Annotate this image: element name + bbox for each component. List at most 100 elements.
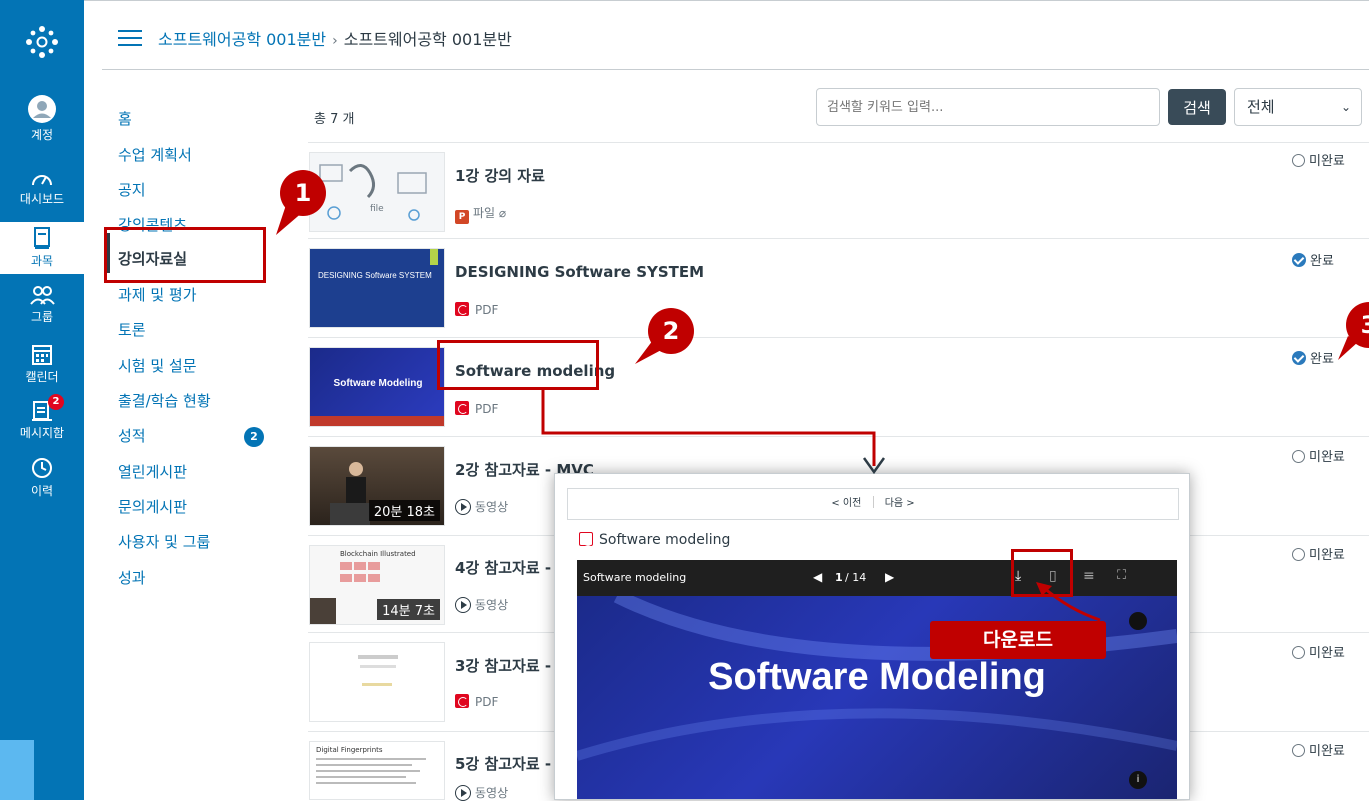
viewer-doc-title: Software modeling: [583, 571, 687, 584]
page-total: / 14: [845, 571, 867, 584]
inbox-badge: 2: [48, 394, 64, 410]
nav-account[interactable]: 계정: [0, 94, 84, 143]
search-input[interactable]: [816, 88, 1160, 126]
next-link[interactable]: 다음 >: [885, 498, 915, 509]
row-title-link[interactable]: DESIGNING Software SYSTEM: [455, 263, 704, 281]
row-type: 파일: [473, 206, 496, 220]
filter-value: 전체: [1247, 98, 1275, 116]
paperclip-icon: ⌀: [498, 206, 507, 220]
filter-select[interactable]: 전체 ⌄: [1234, 88, 1362, 126]
row-type: 동영상: [475, 786, 509, 800]
row-divider: [308, 337, 1369, 338]
thumb-caption: Software Modeling: [333, 378, 423, 389]
circle-outline-icon: [1292, 154, 1305, 167]
history-clock-icon: [32, 458, 52, 478]
status-complete: 완료: [1292, 250, 1334, 269]
account-avatar-icon: [28, 95, 56, 123]
course-nav-qna-board[interactable]: 문의게시판: [118, 496, 187, 517]
breadcrumb-current: 소프트웨어공학 001분반: [343, 30, 512, 49]
pager-divider: [872, 496, 874, 508]
calendar-icon: [32, 345, 52, 365]
canvas-logo-icon[interactable]: [0, 24, 84, 62]
slide-badge-icon: [1129, 612, 1147, 630]
thumb-caption: file: [370, 204, 384, 214]
check-circle-icon: [1292, 253, 1306, 267]
grades-badge: 2: [244, 427, 264, 447]
status-incomplete: 미완료: [1292, 740, 1345, 759]
nav-history-label: 이력: [30, 484, 54, 498]
circle-outline-icon: [1292, 646, 1305, 659]
courses-icon: [34, 227, 50, 249]
row-title-link[interactable]: 1강 강의 자료: [455, 165, 545, 186]
course-nav-home[interactable]: 홈: [118, 108, 132, 129]
next-page-icon[interactable]: ▶: [885, 570, 894, 584]
status-label: 완료: [1310, 254, 1334, 269]
row-title-link[interactable]: 4강 참고자료 -: [455, 557, 551, 578]
nav-calendar-label: 캘린더: [25, 370, 59, 384]
prev-link[interactable]: < 이전: [831, 498, 861, 509]
nav-dashboard[interactable]: 대시보드: [0, 168, 84, 207]
row-title-link[interactable]: 3강 참고자료 -: [455, 655, 551, 676]
callout-pointer-1: [276, 205, 304, 235]
thumb-caption: Blockchain Illustrated: [340, 550, 416, 558]
nav-inbox[interactable]: 2 메시지함: [0, 394, 84, 441]
check-circle-icon: [1292, 351, 1306, 365]
slide-info-icon[interactable]: i: [1129, 771, 1147, 789]
status-incomplete: 미완료: [1292, 642, 1345, 661]
row-divider: [308, 142, 1369, 143]
course-nav-quizzes[interactable]: 시험 및 설문: [118, 355, 197, 376]
circle-outline-icon: [1292, 744, 1305, 757]
course-nav-outcomes[interactable]: 성과: [118, 567, 146, 588]
nav-calendar[interactable]: 캘린더: [0, 342, 84, 385]
row-thumbnail[interactable]: Software Modeling: [309, 347, 445, 427]
callout-pointer-2: [635, 340, 665, 364]
ppt-file-icon: P: [455, 210, 469, 224]
download-pointer-arrow: [1036, 582, 1101, 622]
course-nav-attendance[interactable]: 출결/학습 현황: [118, 390, 211, 411]
status-label: 미완료: [1309, 646, 1345, 661]
course-nav-syllabus[interactable]: 수업 계획서: [118, 144, 192, 165]
callout-box-materials: [104, 227, 266, 283]
prev-page-icon[interactable]: ◀: [813, 570, 822, 584]
status-label: 미완료: [1309, 154, 1345, 169]
row-title-link[interactable]: 5강 참고자료 -: [455, 753, 551, 774]
course-nav-discussions[interactable]: 토론: [118, 319, 146, 340]
breadcrumb: 소프트웨어공학 001분반 › 소프트웨어공학 001분반: [158, 26, 512, 50]
video-duration: 20분 18초: [368, 500, 440, 521]
row-thumbnail[interactable]: DESIGNING Software SYSTEM: [309, 248, 445, 328]
row-type: 동영상: [475, 500, 509, 514]
course-nav-grades[interactable]: 성적: [118, 425, 146, 446]
top-border: [84, 0, 1369, 1]
breadcrumb-course-link[interactable]: 소프트웨어공학 001분반: [158, 30, 326, 49]
course-nav-open-board[interactable]: 열린게시판: [118, 461, 187, 482]
fullscreen-icon[interactable]: ⛶: [1117, 568, 1126, 583]
nav-courses[interactable]: 과목: [0, 222, 84, 274]
connector-arrow: [541, 388, 886, 475]
nav-groups[interactable]: 그룹: [0, 284, 84, 325]
video-duration: 14분 7초: [377, 599, 440, 620]
row-thumbnail[interactable]: Digital Fingerprints: [309, 741, 445, 800]
row-thumbnail[interactable]: Blockchain Illustrated 14분 7초: [309, 545, 445, 625]
global-nav: 계정 대시보드 과목 그룹 캘린더 2 메시지함 이력: [0, 0, 84, 800]
page-number: 1: [835, 571, 843, 584]
course-nav-assignments[interactable]: 과제 및 평가: [118, 284, 197, 305]
hamburger-menu-icon[interactable]: [118, 30, 142, 48]
course-nav-people[interactable]: 사용자 및 그룹: [118, 531, 210, 552]
nav-history[interactable]: 이력: [0, 456, 84, 499]
pdf-icon: [455, 401, 469, 415]
nav-groups-label: 그룹: [30, 310, 54, 324]
course-nav-announcements[interactable]: 공지: [118, 179, 146, 200]
status-label: 완료: [1310, 352, 1334, 367]
status-incomplete: 미완료: [1292, 150, 1345, 169]
nav-inbox-label: 메시지함: [19, 426, 65, 440]
row-thumbnail[interactable]: file: [309, 152, 445, 232]
row-thumbnail[interactable]: [309, 642, 445, 722]
row-thumbnail[interactable]: 20분 18초: [309, 446, 445, 526]
slide-title: Software Modeling: [708, 656, 1046, 698]
nav-dashboard-label: 대시보드: [19, 192, 65, 206]
status-label: 미완료: [1309, 450, 1345, 465]
item-count: 총 7 개: [314, 112, 355, 127]
search-button[interactable]: 검색: [1168, 89, 1226, 125]
circle-outline-icon: [1292, 450, 1305, 463]
row-type: PDF: [475, 303, 499, 317]
